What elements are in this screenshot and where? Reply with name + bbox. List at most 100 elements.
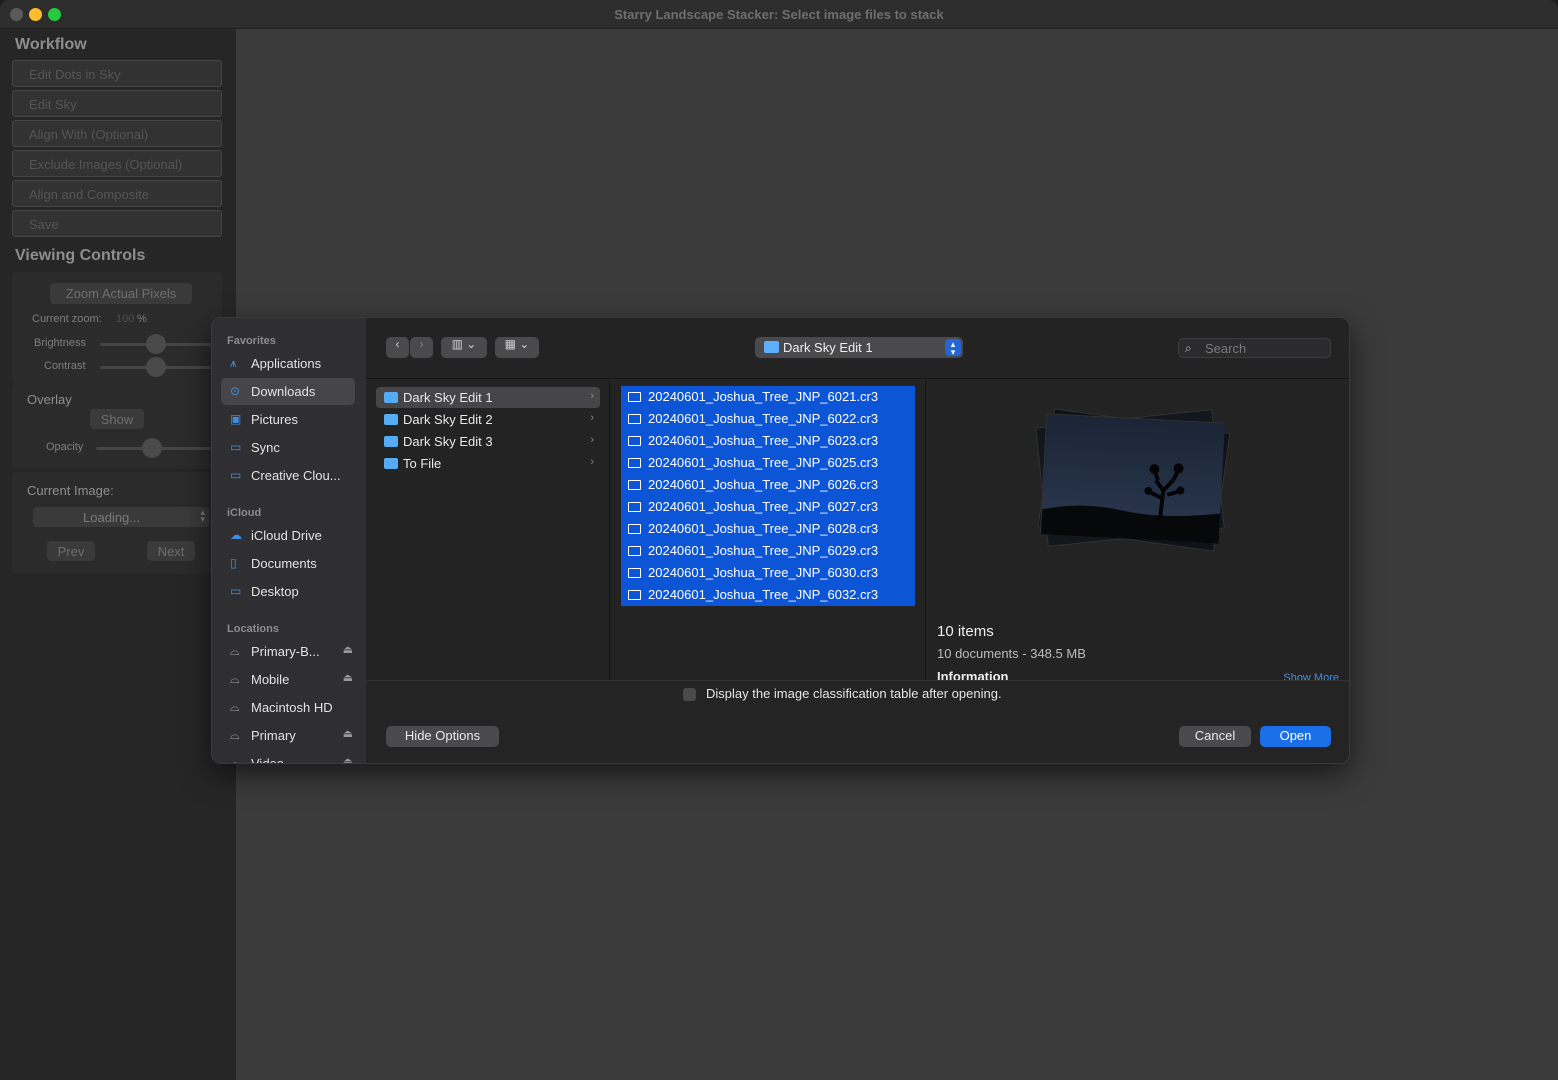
sidebar-item-documents[interactable]: ▯ Documents [221, 550, 355, 577]
dialog-options-bar: Display the image classification table a… [366, 680, 1349, 763]
contrast-slider-knob[interactable] [146, 357, 166, 377]
folder-name: Dark Sky Edit 1 [403, 390, 493, 405]
image-file-icon [628, 436, 641, 446]
view-mode-button[interactable]: ▥ ⌄ [441, 337, 487, 358]
open-file-dialog: Favorites ⩚ Applications ⊙ Downloads ▣ P… [211, 317, 1350, 764]
sidebar-item-creative-cloud[interactable]: ▭ Creative Clou... [221, 462, 355, 489]
image-file-icon [628, 458, 641, 468]
sidebar-item-icloud-drive[interactable]: ☁ iCloud Drive [221, 522, 355, 549]
group-button[interactable]: ▦ ⌄ [495, 337, 539, 358]
image-file-icon [628, 524, 641, 534]
search-input[interactable]: ⌕ Search [1178, 338, 1331, 358]
sidebar-item-primary-b[interactable]: ⌓ Primary-B... ⏏ [221, 638, 355, 665]
file-row[interactable]: 20240601_Joshua_Tree_JNP_6030.cr3 [621, 562, 915, 584]
image-file-icon [628, 414, 641, 424]
file-row[interactable]: 20240601_Joshua_Tree_JNP_6027.cr3 [621, 496, 915, 518]
drive-icon: ⌓ [230, 756, 240, 764]
align-composite-button[interactable]: Align and Composite [12, 180, 222, 207]
exclude-images-button[interactable]: Exclude Images (Optional) [12, 150, 222, 177]
file-row[interactable]: 20240601_Joshua_Tree_JNP_6023.cr3 [621, 430, 915, 452]
open-button[interactable]: Open [1260, 726, 1331, 747]
file-row[interactable]: 20240601_Joshua_Tree_JNP_6032.cr3 [621, 584, 915, 606]
file-name: 20240601_Joshua_Tree_JNP_6021.cr3 [648, 389, 879, 404]
folder-icon [384, 392, 398, 403]
brightness-slider-knob[interactable] [146, 334, 166, 354]
viewing-controls-title: Viewing Controls [15, 247, 146, 264]
file-row[interactable]: 20240601_Joshua_Tree_JNP_6026.cr3 [621, 474, 915, 496]
folder-icon: ▭ [230, 440, 242, 454]
sidebar-item-macintosh-hd[interactable]: ⌓ Macintosh HD [221, 694, 355, 721]
sidebar-item-label: Sync [251, 440, 280, 455]
icloud-heading: iCloud [227, 507, 262, 519]
file-row[interactable]: 20240601_Joshua_Tree_JNP_6029.cr3 [621, 540, 915, 562]
file-row[interactable]: 20240601_Joshua_Tree_JNP_6021.cr3 [621, 386, 915, 408]
joshua-tree-silhouette [1040, 414, 1225, 544]
eject-icon[interactable]: ⏏ [343, 755, 353, 763]
save-button[interactable]: Save [12, 210, 222, 237]
sidebar-item-label: iCloud Drive [251, 528, 322, 543]
folder-row[interactable]: Dark Sky Edit 3 › [376, 431, 600, 452]
overlay-show-button[interactable]: Show [90, 409, 144, 429]
classification-table-checkbox[interactable] [683, 688, 696, 701]
file-name: 20240601_Joshua_Tree_JNP_6029.cr3 [648, 543, 879, 558]
downloads-icon: ⊙ [230, 384, 241, 398]
zoom-group: Zoom Actual Pixels Current zoom: 100 % B… [12, 272, 222, 384]
image-file-icon [628, 392, 641, 402]
file-name: 20240601_Joshua_Tree_JNP_6032.cr3 [648, 587, 879, 602]
sidebar-item-label: Primary-B... [251, 644, 320, 659]
sidebar-item-label: Desktop [251, 584, 299, 599]
chevron-updown-icon: ▴ ▾ [200, 507, 205, 524]
edit-dots-button[interactable]: Edit Dots in Sky [12, 60, 222, 87]
zoom-actual-pixels-button[interactable]: Zoom Actual Pixels [50, 283, 192, 304]
file-row[interactable]: 20240601_Joshua_Tree_JNP_6028.cr3 [621, 518, 915, 540]
file-name: 20240601_Joshua_Tree_JNP_6025.cr3 [648, 455, 879, 470]
folder-name: Dark Sky Edit 2 [403, 412, 493, 427]
preview-subtitle: 10 documents - 348.5 MB [937, 646, 1086, 661]
current-zoom-value: 100 [116, 313, 135, 325]
hide-options-button[interactable]: Hide Options [386, 726, 499, 747]
applications-icon: ⩚ [230, 356, 237, 370]
sidebar-item-downloads[interactable]: ⊙ Downloads [221, 378, 355, 405]
eject-icon[interactable]: ⏏ [343, 727, 353, 740]
image-file-icon [628, 502, 641, 512]
workflow-title: Workflow [15, 36, 87, 53]
folder-row[interactable]: Dark Sky Edit 2 › [376, 409, 600, 430]
image-file-icon [628, 480, 641, 490]
sidebar-item-label: Creative Clou... [251, 468, 341, 483]
file-name: 20240601_Joshua_Tree_JNP_6022.cr3 [648, 411, 879, 426]
eject-icon[interactable]: ⏏ [343, 643, 353, 656]
forward-button[interactable]: › [410, 337, 433, 358]
back-button[interactable]: ‹ [386, 337, 409, 358]
edit-sky-button[interactable]: Edit Sky [12, 90, 222, 117]
file-name: 20240601_Joshua_Tree_JNP_6023.cr3 [648, 433, 879, 448]
sidebar-item-sync[interactable]: ▭ Sync [221, 434, 355, 461]
folder-column: Dark Sky Edit 1 › Dark Sky Edit 2 › Dark… [366, 380, 610, 680]
file-name: 20240601_Joshua_Tree_JNP_6028.cr3 [648, 521, 879, 536]
sidebar-item-applications[interactable]: ⩚ Applications [221, 350, 355, 377]
file-row[interactable]: 20240601_Joshua_Tree_JNP_6025.cr3 [621, 452, 915, 474]
path-popup-label: Dark Sky Edit 1 [783, 340, 873, 355]
align-with-button[interactable]: Align With (Optional) [12, 120, 222, 147]
sidebar-item-pictures[interactable]: ▣ Pictures [221, 406, 355, 433]
dialog-toolbar: ‹ › ▥ ⌄ ▦ ⌄ Dark Sky Edit 1 ▴ ▾ ⌕ Search [366, 318, 1349, 379]
path-popup[interactable]: Dark Sky Edit 1 ▴ ▾ [755, 337, 963, 358]
file-row[interactable]: 20240601_Joshua_Tree_JNP_6022.cr3 [621, 408, 915, 430]
chevron-updown-icon: ▴ ▾ [945, 339, 961, 357]
cancel-button[interactable]: Cancel [1179, 726, 1251, 747]
eject-icon[interactable]: ⏏ [343, 671, 353, 684]
sidebar-item-desktop[interactable]: ▭ Desktop [221, 578, 355, 605]
current-image-select[interactable]: Loading... ▴ ▾ [33, 507, 209, 527]
file-name: 20240601_Joshua_Tree_JNP_6026.cr3 [648, 477, 879, 492]
folder-row[interactable]: To File › [376, 453, 600, 474]
chevron-right-icon: › [419, 337, 424, 351]
folder-row[interactable]: Dark Sky Edit 1 › [376, 387, 600, 408]
next-button[interactable]: Next [147, 541, 195, 561]
sidebar-item-primary[interactable]: ⌓ Primary ⏏ [221, 722, 355, 749]
sidebar-item-label: Applications [251, 356, 322, 371]
sidebar-item-mobile[interactable]: ⌓ Mobile ⏏ [221, 666, 355, 693]
prev-button[interactable]: Prev [47, 541, 95, 561]
sidebar-item-video[interactable]: ⌓ Video ⏏ [221, 750, 355, 764]
image-file-icon [628, 568, 641, 578]
opacity-slider-knob[interactable] [142, 438, 162, 458]
brightness-label: Brightness [34, 337, 86, 349]
